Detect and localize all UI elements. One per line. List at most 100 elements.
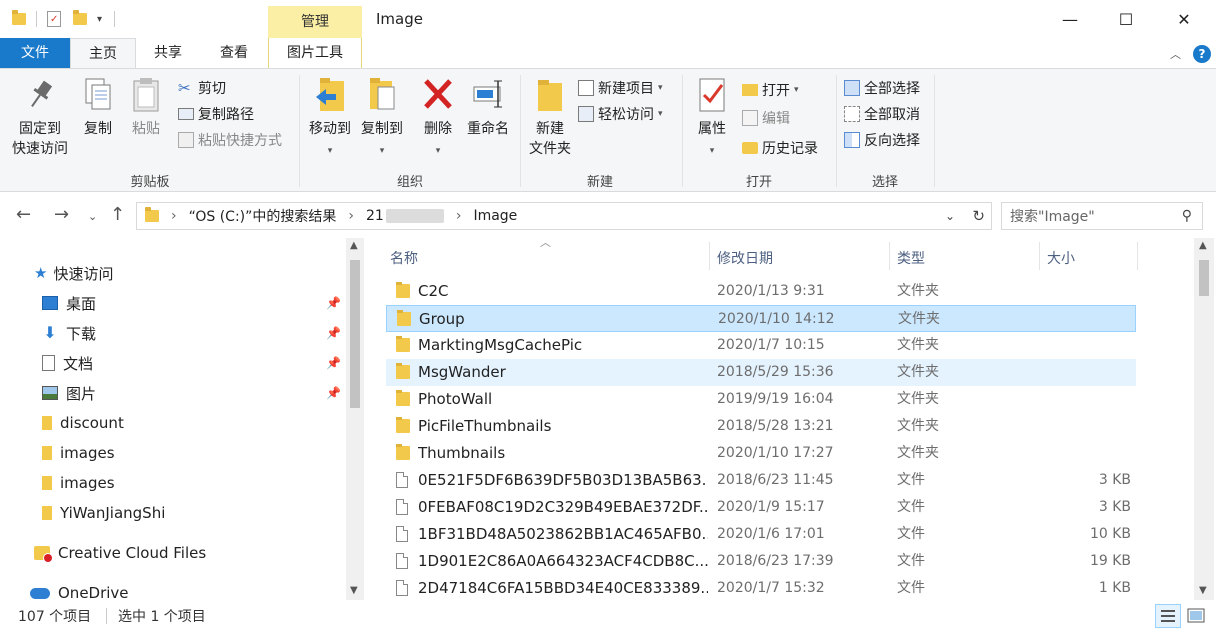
column-divider[interactable] xyxy=(1137,242,1138,270)
file-row[interactable]: MsgWander 2018/5/29 15:36 文件夹 xyxy=(386,359,1136,386)
minimize-button[interactable]: — xyxy=(1042,0,1098,38)
easy-access-button[interactable]: 轻松访问 ▾ xyxy=(578,103,663,125)
column-header-size[interactable]: 大小 xyxy=(1039,242,1137,276)
invert-selection-button[interactable]: 反向选择 xyxy=(844,129,920,151)
file-row[interactable]: 1D901E2C86A0A664323ACF4CDB8C... 2018/6/23… xyxy=(386,548,1136,575)
help-icon[interactable]: ? xyxy=(1193,45,1211,63)
scroll-up-icon[interactable]: ▲ xyxy=(1199,240,1207,251)
divider xyxy=(114,11,116,27)
scroll-up-icon[interactable]: ▲ xyxy=(350,240,358,251)
invert-selection-label: 反向选择 xyxy=(864,133,920,149)
collapse-ribbon-icon[interactable]: ︿ xyxy=(1170,46,1181,62)
folder-icon xyxy=(145,207,159,222)
nav-item-discount[interactable]: discount xyxy=(42,410,124,436)
address-bar[interactable]: › “OS (C:)”中的搜索结果 › 21 › Image ⌄ ↻ xyxy=(136,202,992,230)
search-box[interactable]: 搜索"Image" ⚲ xyxy=(1001,202,1203,230)
breadcrumb-21[interactable]: 21 xyxy=(366,208,384,224)
nav-item-downloads[interactable]: ⬇ 下载 xyxy=(42,320,96,346)
file-row[interactable]: MarktingMsgCachePic 2020/1/7 10:15 文件夹 xyxy=(386,332,1136,359)
paste-button[interactable]: 粘贴 xyxy=(124,75,168,139)
pin-icon[interactable]: 📌 xyxy=(326,386,341,400)
scroll-down-icon[interactable]: ▼ xyxy=(1199,585,1207,596)
manage-context-tab[interactable]: 管理 xyxy=(268,6,362,38)
new-item-button[interactable]: 新建项目 ▾ xyxy=(578,77,663,99)
select-all-button[interactable]: 全部选择 xyxy=(844,77,920,99)
refresh-icon[interactable]: ↻ xyxy=(972,207,985,225)
file-row[interactable]: 0FEBAF08C19D2C329B49EBAE372DF... 2020/1/9… xyxy=(386,494,1136,521)
file-row[interactable]: 2D47184C6FA15BBD34E40CE833389... 2020/1/7… xyxy=(386,575,1136,602)
select-none-button[interactable]: 全部取消 xyxy=(844,103,920,125)
column-header-type[interactable]: 类型 xyxy=(889,242,1039,276)
content-scroll-thumb[interactable] xyxy=(1199,260,1209,296)
file-name: MsgWander xyxy=(418,363,506,381)
open-button[interactable]: 打开 ▾ xyxy=(742,79,799,101)
breadcrumb-search-results[interactable]: “OS (C:)”中的搜索结果 xyxy=(189,206,337,226)
nav-creative-cloud[interactable]: Creative Cloud Files xyxy=(34,540,206,566)
content-scrollbar[interactable]: ▲ ▼ xyxy=(1194,238,1214,600)
nav-label: OneDrive xyxy=(58,584,129,602)
copy-to-button[interactable]: 复制到 ▾ xyxy=(356,75,408,161)
file-row[interactable]: Thumbnails 2020/1/10 17:27 文件夹 xyxy=(386,440,1136,467)
back-arrow-icon[interactable]: ← xyxy=(16,204,31,225)
history-button[interactable]: 历史记录 xyxy=(742,137,818,159)
properties-button[interactable]: 属性 ▾ xyxy=(688,75,736,161)
select-none-icon xyxy=(844,106,860,122)
copy-button[interactable]: 复制 xyxy=(76,75,120,139)
file-row[interactable]: C2C 2020/1/13 9:31 文件夹 xyxy=(386,278,1136,305)
column-header-name[interactable]: 名称 xyxy=(382,242,710,276)
folder-icon xyxy=(42,476,52,490)
close-button[interactable]: ✕ xyxy=(1156,0,1212,38)
paste-shortcut-button[interactable]: 粘贴快捷方式 xyxy=(178,129,282,151)
cut-button[interactable]: ✂ 剪切 xyxy=(178,77,226,99)
maximize-button[interactable]: ☐ xyxy=(1098,0,1154,38)
up-arrow-icon[interactable]: ↑ xyxy=(110,204,125,225)
nav-item-yiwanjiangshi[interactable]: YiWanJiangShi xyxy=(42,500,165,526)
pin-icon[interactable]: 📌 xyxy=(326,356,341,370)
pin-icon[interactable]: 📌 xyxy=(326,326,341,340)
nav-item-images[interactable]: images xyxy=(42,440,115,466)
tab-home[interactable]: 主页 xyxy=(70,38,136,68)
forward-arrow-icon[interactable]: → xyxy=(54,204,69,225)
file-row[interactable]: PicFileThumbnails 2018/5/28 13:21 文件夹 xyxy=(386,413,1136,440)
tab-share[interactable]: 共享 xyxy=(136,38,200,68)
copy-to-label: 复制到 xyxy=(361,121,403,137)
column-header-date[interactable]: 修改日期 xyxy=(709,242,889,276)
file-row[interactable]: PhotoWall 2019/9/19 16:04 文件夹 xyxy=(386,386,1136,413)
nav-label: 文档 xyxy=(63,354,94,373)
file-date: 2020/1/7 15:32 xyxy=(717,580,825,596)
delete-button[interactable]: 删除 ▾ xyxy=(416,75,460,161)
nav-scrollbar[interactable]: ▲ ▼ xyxy=(346,238,364,600)
nav-quick-access[interactable]: ★ 快速访问 xyxy=(34,260,113,286)
open-label: 打开 xyxy=(762,83,790,99)
address-dropdown-icon[interactable]: ⌄ xyxy=(945,209,955,223)
move-to-button[interactable]: 移动到 ▾ xyxy=(304,75,356,161)
new-folder-icon[interactable] xyxy=(73,10,87,25)
new-folder-button[interactable]: 新建 文件夹 xyxy=(524,75,576,159)
file-row[interactable]: 1BF31BD48A5023862BB1AC465AFB0... 2020/1/6… xyxy=(386,521,1136,548)
edit-button[interactable]: 编辑 xyxy=(742,107,790,129)
pin-icon[interactable]: 📌 xyxy=(326,296,341,310)
paste-icon xyxy=(128,75,164,115)
tab-file[interactable]: 文件 xyxy=(0,38,70,68)
file-row[interactable]: Group 2020/1/10 14:12 文件夹 xyxy=(386,305,1136,332)
nav-item-images-2[interactable]: images xyxy=(42,470,115,496)
tab-picture-tools[interactable]: 图片工具 xyxy=(268,38,362,68)
nav-item-pictures[interactable]: 图片 xyxy=(42,380,96,406)
properties-icon[interactable]: ✓ xyxy=(47,11,61,27)
customize-dropdown-icon[interactable]: ▾ xyxy=(97,14,102,25)
nav-item-documents[interactable]: 文档 xyxy=(42,350,93,376)
file-name: MarktingMsgCachePic xyxy=(418,336,583,354)
scroll-down-icon[interactable]: ▼ xyxy=(350,585,358,596)
nav-item-desktop[interactable]: 桌面 xyxy=(42,290,96,316)
pin-to-quick-access-button[interactable]: 固定到 快速访问 xyxy=(8,75,72,159)
rename-button[interactable]: 重命名 xyxy=(462,75,514,139)
nav-label: 桌面 xyxy=(66,294,97,313)
details-view-button[interactable] xyxy=(1155,604,1181,628)
breadcrumb-image[interactable]: Image xyxy=(473,208,517,224)
nav-scroll-thumb[interactable] xyxy=(350,260,360,408)
recent-locations-icon[interactable]: ⌄ xyxy=(88,210,97,223)
large-icons-view-button[interactable] xyxy=(1183,604,1209,628)
file-row[interactable]: 0E521F5DF6B639DF5B03D13BA5B63... 2018/6/2… xyxy=(386,467,1136,494)
copy-path-button[interactable]: 复制路径 xyxy=(178,103,254,125)
tab-view[interactable]: 查看 xyxy=(200,38,268,68)
